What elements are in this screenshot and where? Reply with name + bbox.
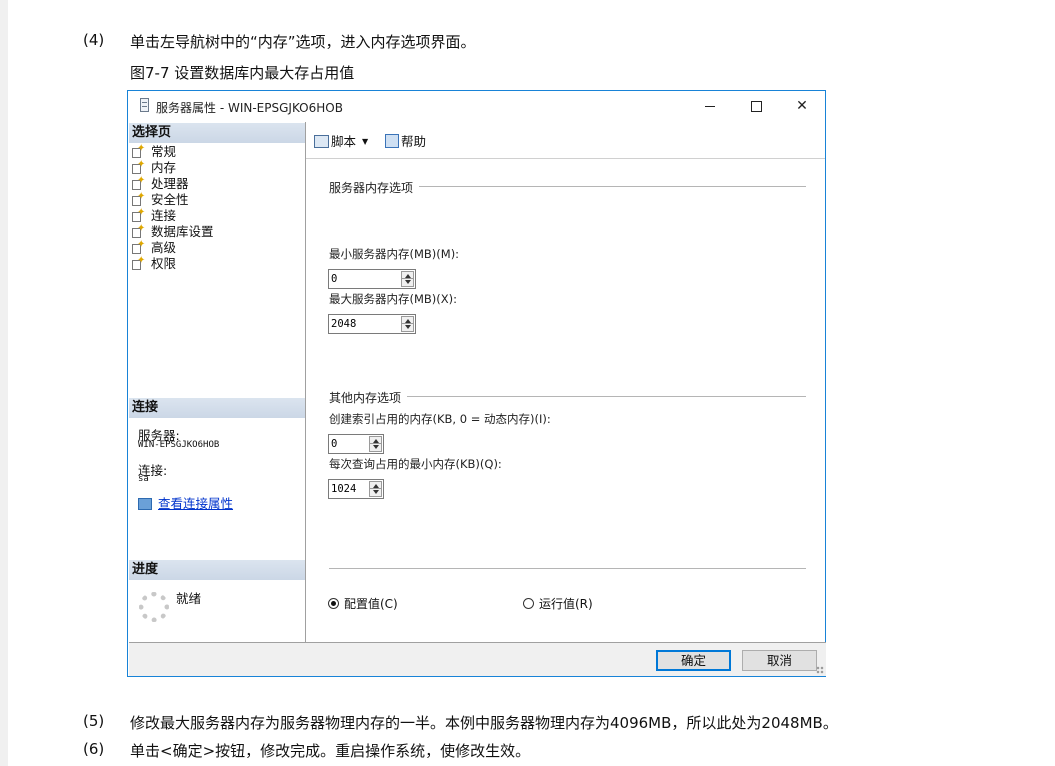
page-icon: ✦ <box>132 256 146 270</box>
page-icon: ✦ <box>132 240 146 254</box>
index-memory-value[interactable]: 0 <box>331 438 337 450</box>
configured-values-radio[interactable]: 配置值(C) <box>328 595 398 612</box>
configured-values-label: 配置值(C) <box>344 597 398 611</box>
sidebar-item-label: 数据库设置 <box>151 224 214 239</box>
index-memory-label: 创建索引占用的内存(KB, 0 = 动态内存)(I): <box>329 412 551 426</box>
progress-header: 进度 <box>129 560 305 580</box>
dialog-button-bar: 确定 取消 <box>129 642 826 676</box>
page-icon: ✦ <box>132 208 146 222</box>
select-page-header: 选择页 <box>129 123 305 143</box>
page-icon: ✦ <box>132 192 146 206</box>
help-icon <box>385 134 399 148</box>
script-label: 脚本 <box>331 134 357 149</box>
max-memory-value[interactable]: 2048 <box>331 318 356 330</box>
help-button[interactable]: 帮助 <box>385 131 426 150</box>
query-memory-value[interactable]: 1024 <box>331 483 356 495</box>
page-icon: ✦ <box>132 224 146 238</box>
progress-status: 就绪 <box>176 591 202 606</box>
step-5-text: 修改最大服务器内存为服务器物理内存的一半。本例中服务器物理内存为4096MB，所… <box>130 714 838 732</box>
view-connection-properties[interactable]: 查看连接属性 <box>138 493 233 512</box>
running-values-label: 运行值(R) <box>539 597 593 611</box>
connection-value: sa <box>138 474 149 484</box>
index-memory-spin-icon[interactable] <box>369 436 382 452</box>
min-memory-spin-icon[interactable] <box>401 271 414 287</box>
server-properties-dialog: 服务器属性 - WIN-EPSGJKO6HOB ✕ 选择页 ✦ 常规 ✦ 内存 ✦ 处… <box>127 90 826 677</box>
help-label: 帮助 <box>401 134 427 149</box>
script-button[interactable]: 脚本 ▼ <box>314 131 368 150</box>
script-dropdown-icon[interactable]: ▼ <box>362 137 368 146</box>
figure-caption: 图7-7 设置数据库内最大存占用值 <box>130 64 355 82</box>
sidebar-item-connections[interactable]: ✦ 连接 <box>132 208 176 224</box>
cancel-button[interactable]: 取消 <box>742 650 817 671</box>
minimize-icon <box>705 105 715 107</box>
sidebar-item-label: 权限 <box>151 256 177 271</box>
sidebar-item-general[interactable]: ✦ 常规 <box>132 144 176 160</box>
query-memory-label: 每次查询占用的最小内存(KB)(Q): <box>329 457 502 471</box>
script-icon <box>314 135 329 148</box>
ok-button[interactable]: 确定 <box>656 650 731 671</box>
step-6-number: (6) <box>83 740 105 758</box>
page-icon: ✦ <box>132 160 146 174</box>
max-memory-spin-icon[interactable] <box>401 316 414 332</box>
radio-selected-icon[interactable] <box>328 598 339 609</box>
min-memory-value[interactable]: 0 <box>331 273 337 285</box>
query-memory-stepper[interactable]: 1024 <box>328 479 384 499</box>
view-connection-properties-link[interactable]: 查看连接属性 <box>158 496 233 511</box>
radio-unselected-icon[interactable] <box>523 598 534 609</box>
content-divider <box>329 568 806 569</box>
progress-spinner-icon <box>139 592 169 622</box>
window-icon <box>140 98 149 112</box>
step-5-number: (5) <box>83 712 105 730</box>
sidebar-item-memory[interactable]: ✦ 内存 <box>132 160 176 176</box>
minimize-button[interactable] <box>687 91 733 121</box>
sidebar-item-processor[interactable]: ✦ 处理器 <box>132 176 189 192</box>
connection-properties-icon <box>138 498 152 510</box>
step-4-text: 单击左导航树中的“内存”选项，进入内存选项界面。 <box>130 33 476 51</box>
min-memory-label: 最小服务器内存(MB)(M): <box>329 247 460 261</box>
window-title: 服务器属性 - WIN-EPSGJKO6HOB <box>156 101 343 115</box>
sidebar-item-security[interactable]: ✦ 安全性 <box>132 192 189 208</box>
memory-options-page: 服务器内存选项 最小服务器内存(MB)(M): 0 最大服务器内存(MB)(X)… <box>306 159 825 642</box>
sidebar-item-label: 内存 <box>151 160 177 175</box>
sidebar-item-label: 连接 <box>151 208 177 223</box>
sidebar-item-label: 安全性 <box>151 192 189 207</box>
other-memory-group-label: 其他内存选项 <box>329 391 408 405</box>
server-value: WIN-EPSGJKO6HOB <box>138 440 220 450</box>
query-memory-spin-icon[interactable] <box>369 481 382 497</box>
running-values-radio[interactable]: 运行值(R) <box>523 595 593 612</box>
toolbar: 脚本 ▼ 帮助 <box>306 122 825 159</box>
sidebar-item-database-settings[interactable]: ✦ 数据库设置 <box>132 224 214 240</box>
page-icon: ✦ <box>132 144 146 158</box>
server-memory-group: 服务器内存选项 <box>329 179 806 195</box>
maximize-button[interactable] <box>733 91 779 121</box>
maximize-icon <box>750 100 762 112</box>
step-6-text: 单击<确定>按钮，修改完成。重启操作系统，使修改生效。 <box>130 742 531 760</box>
other-memory-group: 其他内存选项 <box>329 389 806 405</box>
sidebar-item-label: 处理器 <box>151 176 189 191</box>
index-memory-stepper[interactable]: 0 <box>328 434 384 454</box>
close-button[interactable]: ✕ <box>779 91 825 121</box>
navigation-panel: 选择页 ✦ 常规 ✦ 内存 ✦ 处理器 ✦ 安全性 ✦ 连接 ✦ 数据库设置 ✦ 高级 ✦ 权限… <box>129 122 306 642</box>
sidebar-item-label: 高级 <box>151 240 177 255</box>
min-memory-stepper[interactable]: 0 <box>328 269 416 289</box>
step-4-number: (4) <box>83 31 105 49</box>
page-left-margin <box>0 0 8 766</box>
max-memory-stepper[interactable]: 2048 <box>328 314 416 334</box>
sidebar-item-permissions[interactable]: ✦ 权限 <box>132 256 176 272</box>
server-memory-group-label: 服务器内存选项 <box>329 181 420 195</box>
sidebar-item-advanced[interactable]: ✦ 高级 <box>132 240 176 256</box>
sidebar-item-label: 常规 <box>151 144 177 159</box>
page-icon: ✦ <box>132 176 146 190</box>
resize-grip-icon[interactable] <box>816 666 824 674</box>
title-bar: 服务器属性 - WIN-EPSGJKO6HOB ✕ <box>128 91 825 121</box>
max-memory-label: 最大服务器内存(MB)(X): <box>329 292 458 306</box>
connection-header: 连接 <box>129 398 305 418</box>
